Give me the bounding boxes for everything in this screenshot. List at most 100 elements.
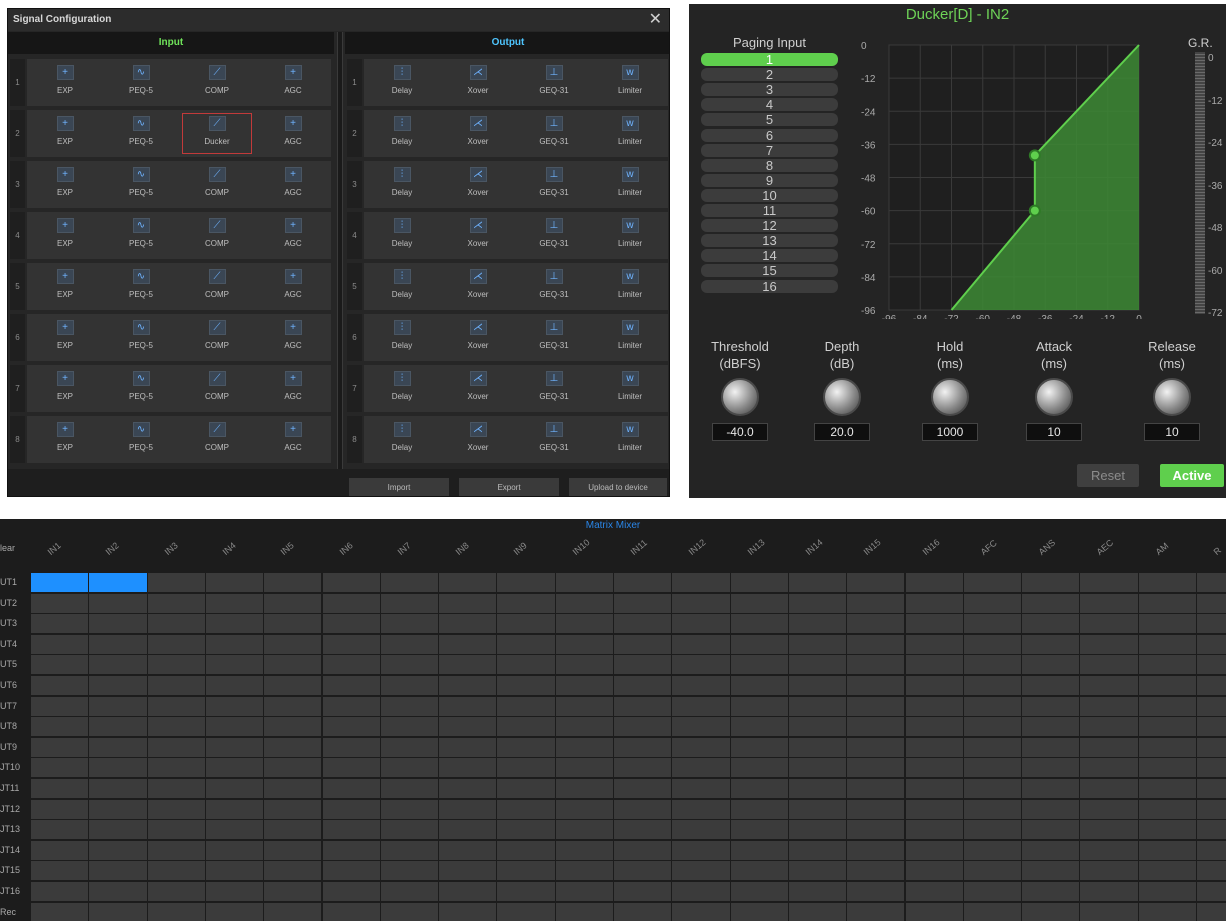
matrix-cell[interactable] <box>147 593 205 613</box>
module-peq-5-button[interactable]: ∿ PEQ-5 <box>103 212 179 259</box>
matrix-cell[interactable] <box>1080 840 1138 860</box>
module-peq-5-button[interactable]: ∿ PEQ-5 <box>103 161 179 208</box>
module-agc-button[interactable]: + AGC <box>255 263 331 310</box>
matrix-cell[interactable] <box>905 696 963 716</box>
matrix-cell[interactable] <box>205 820 264 840</box>
matrix-cell[interactable] <box>264 717 322 737</box>
matrix-cell[interactable] <box>1197 614 1226 634</box>
matrix-cell[interactable] <box>497 655 555 675</box>
matrix-cell[interactable] <box>264 861 322 881</box>
matrix-cell[interactable] <box>89 737 147 757</box>
module-peq-5-button[interactable]: ∿ PEQ-5 <box>103 365 179 412</box>
matrix-cell[interactable] <box>147 634 205 654</box>
module-ducker-button[interactable]: ⟋ Ducker <box>179 110 255 157</box>
module-peq-5-button[interactable]: ∿ PEQ-5 <box>103 416 179 463</box>
module-exp-button[interactable]: + EXP <box>27 416 103 463</box>
matrix-cell[interactable] <box>672 779 730 798</box>
module-geq-31-button[interactable]: ⊥ GEQ-31 <box>516 212 592 259</box>
matrix-cell[interactable] <box>497 882 555 901</box>
threshold-knob[interactable] <box>721 378 759 416</box>
matrix-cell[interactable] <box>205 655 264 675</box>
active-button[interactable]: Active <box>1160 464 1224 487</box>
matrix-cell[interactable] <box>380 882 439 901</box>
matrix-cell[interactable] <box>322 779 380 798</box>
matrix-cell[interactable] <box>905 634 963 654</box>
matrix-cell[interactable] <box>614 634 672 654</box>
matrix-cell[interactable] <box>380 737 439 757</box>
matrix-cell[interactable] <box>963 634 1022 654</box>
matrix-cell[interactable] <box>555 655 613 675</box>
matrix-cell[interactable] <box>31 614 89 634</box>
paging-input-6[interactable]: 6 <box>701 128 838 142</box>
matrix-cell[interactable] <box>1197 902 1226 921</box>
matrix-cell[interactable] <box>147 696 205 716</box>
matrix-cell[interactable] <box>1138 758 1196 778</box>
matrix-cell[interactable] <box>1080 737 1138 757</box>
matrix-cell[interactable] <box>89 758 147 778</box>
module-exp-button[interactable]: + EXP <box>27 212 103 259</box>
matrix-cell[interactable] <box>439 676 497 695</box>
reset-button[interactable]: Reset <box>1077 464 1139 487</box>
module-agc-button[interactable]: + AGC <box>255 416 331 463</box>
matrix-cell[interactable] <box>147 655 205 675</box>
matrix-cell[interactable] <box>847 840 905 860</box>
matrix-cell[interactable] <box>264 696 322 716</box>
matrix-cell[interactable] <box>1022 676 1080 695</box>
matrix-cell[interactable] <box>1022 634 1080 654</box>
matrix-cell[interactable] <box>963 696 1022 716</box>
matrix-cell[interactable] <box>439 593 497 613</box>
matrix-cell[interactable] <box>31 676 89 695</box>
matrix-cell[interactable] <box>1080 799 1138 819</box>
matrix-cell[interactable] <box>905 717 963 737</box>
matrix-cell[interactable] <box>1138 779 1196 798</box>
matrix-cell[interactable] <box>205 882 264 901</box>
matrix-cell[interactable] <box>439 573 497 592</box>
close-icon[interactable]: ✕ <box>649 9 662 31</box>
upload-to-device-button[interactable]: Upload to device <box>569 478 667 496</box>
matrix-cell[interactable] <box>147 758 205 778</box>
matrix-cell[interactable] <box>847 737 905 757</box>
matrix-cell[interactable] <box>1080 882 1138 901</box>
matrix-cell[interactable] <box>147 614 205 634</box>
matrix-cell[interactable] <box>730 779 788 798</box>
matrix-cell[interactable] <box>1022 882 1080 901</box>
matrix-cell[interactable] <box>614 779 672 798</box>
module-agc-button[interactable]: + AGC <box>255 59 331 106</box>
matrix-cell[interactable] <box>555 696 613 716</box>
matrix-cell[interactable] <box>380 779 439 798</box>
module-exp-button[interactable]: + EXP <box>27 161 103 208</box>
module-delay-button[interactable]: ⫶ Delay <box>364 314 440 361</box>
matrix-cell[interactable] <box>1197 861 1226 881</box>
module-comp-button[interactable]: ⟋ COMP <box>179 416 255 463</box>
matrix-cell[interactable] <box>963 882 1022 901</box>
matrix-cell[interactable] <box>439 634 497 654</box>
matrix-cell[interactable] <box>380 717 439 737</box>
matrix-cell[interactable] <box>788 779 847 798</box>
matrix-cell[interactable] <box>31 737 89 757</box>
matrix-cell[interactable] <box>730 799 788 819</box>
matrix-cell[interactable] <box>963 655 1022 675</box>
matrix-cell[interactable] <box>1022 696 1080 716</box>
matrix-cell[interactable] <box>1080 614 1138 634</box>
matrix-cell[interactable] <box>1022 655 1080 675</box>
matrix-cell[interactable] <box>497 758 555 778</box>
matrix-cell[interactable] <box>322 820 380 840</box>
matrix-cell[interactable] <box>1080 696 1138 716</box>
matrix-cell[interactable] <box>905 861 963 881</box>
matrix-cell[interactable] <box>497 717 555 737</box>
matrix-cell[interactable] <box>672 799 730 819</box>
matrix-cell[interactable] <box>89 799 147 819</box>
matrix-cell[interactable] <box>963 676 1022 695</box>
matrix-cell[interactable] <box>614 902 672 921</box>
matrix-cell[interactable] <box>555 614 613 634</box>
paging-input-3[interactable]: 3 <box>701 83 838 97</box>
matrix-cell[interactable] <box>1197 758 1226 778</box>
matrix-cell[interactable] <box>31 820 89 840</box>
module-agc-button[interactable]: + AGC <box>255 314 331 361</box>
paging-input-5[interactable]: 5 <box>701 113 838 127</box>
matrix-cell[interactable] <box>1080 676 1138 695</box>
matrix-cell[interactable] <box>89 902 147 921</box>
matrix-cell[interactable] <box>1080 593 1138 613</box>
module-xover-button[interactable]: ⋌ Xover <box>440 416 516 463</box>
paging-input-8[interactable]: 8 <box>701 158 838 172</box>
